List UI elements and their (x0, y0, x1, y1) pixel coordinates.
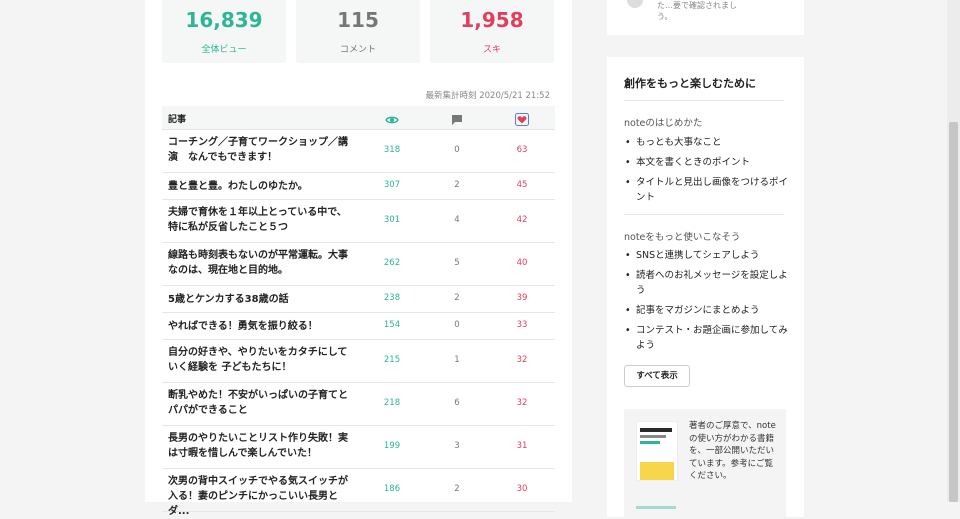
article-title[interactable]: 長男のやりたいことリスト作り失敗！実は寸暇を惜しんで楽しんでいた！ (168, 431, 348, 461)
article-views: 215 (383, 355, 401, 365)
guide-section-label: noteのはじめかた (624, 118, 703, 129)
article-title[interactable]: 次男の背中スイッチでやる気スイッチが入る！妻のピンチにかっこいい長男とダ... (168, 474, 348, 519)
article-likes: 45 (516, 180, 528, 190)
guide-list-basics: もっとも大事なこと 本文を書くときのポイント タイトルと見出し画像をつけるポイン… (624, 135, 789, 210)
guide-section-label: noteをもっと使いこなそう (624, 232, 741, 243)
heart-icon[interactable] (492, 111, 552, 126)
article-comments: 4 (454, 215, 460, 225)
article-likes: 39 (516, 293, 528, 303)
article-comments: 2 (454, 484, 460, 494)
guide-list-advanced: SNSと連携してシェアしよう 読者へのお礼メッセージを設定しよう 記事をマガジン… (624, 248, 789, 358)
views-label: 全体ビュー (201, 45, 247, 55)
article-comments: 2 (454, 293, 460, 303)
table-row[interactable]: 次男の背中スイッチでやる気スイッチが入る！妻のピンチにかっこいい長男とダ... 1… (162, 469, 555, 517)
table-row[interactable]: 豊と豊と豊。わたしのゆたか。 307 2 45 (162, 173, 555, 200)
article-likes: 32 (516, 398, 528, 408)
article-title[interactable]: やればできる！勇気を振り絞る！ (168, 319, 348, 334)
book-link[interactable] (636, 506, 676, 509)
guide-link[interactable]: SNSと連携してシェアしよう (624, 248, 789, 263)
column-article: 記事 (168, 115, 187, 125)
scrollbar-thumb[interactable] (949, 122, 958, 502)
article-title[interactable]: 断乳やめた！不安がいっぱいの子育てとパパができること (168, 388, 348, 418)
article-likes: 32 (516, 355, 528, 365)
article-comments: 1 (454, 355, 460, 365)
article-title[interactable]: コーチング／子育てワークショップ／講演 なんでもできます！ (168, 135, 348, 165)
article-comments: 2 (454, 180, 460, 190)
likes-total: 1,958 (460, 8, 524, 32)
article-views: 154 (383, 320, 401, 330)
views-stat-card: 16,839 全体ビュー (162, 0, 286, 63)
last-updated: 最新集計時刻 2020/5/21 21:52 (425, 91, 550, 101)
avatar (627, 0, 643, 8)
stats-summary: 16,839 全体ビュー 115 コメント 1,958 スキ (162, 0, 555, 63)
article-comments: 0 (454, 320, 460, 330)
table-row[interactable]: 5歳とケンカする38歳の話 238 2 39 (162, 286, 555, 313)
views-total: 16,839 (185, 8, 263, 32)
book-cover-image[interactable] (636, 421, 678, 481)
creator-guide-panel: 創作をもっと楽しむために noteのはじめかた もっとも大事なこと 本文を書くと… (607, 57, 804, 519)
article-views: 301 (383, 215, 401, 225)
comments-label: コメント (339, 45, 376, 55)
likes-stat-card: 1,958 スキ (430, 0, 554, 63)
article-likes: 31 (516, 441, 528, 451)
article-title[interactable]: 線路も時刻表もないのが平常運転。大事なのは、現在地と目的地。 (168, 248, 348, 278)
table-row[interactable]: 自分の好きや、やりたいをカタチにしていく経験を 子どもたちに！ 215 1 32 (162, 340, 555, 383)
table-row[interactable]: 夫婦で育休を１年以上とっている中で、特に私が反省したこと５つ 301 4 42 (162, 200, 555, 243)
guide-link[interactable]: もっとも大事なこと (624, 135, 789, 150)
sidebar-notice-text: た…要で確認されまし う。 (657, 1, 737, 21)
article-likes: 33 (516, 320, 528, 330)
table-row[interactable]: 断乳やめた！不安がいっぱいの子育てとパパができること 218 6 32 (162, 383, 555, 426)
guide-link[interactable]: 読者へのお礼メッセージを設定しよう (624, 268, 789, 298)
article-title[interactable]: 豊と豊と豊。わたしのゆたか。 (168, 179, 348, 194)
guide-heading: 創作をもっと楽しむために (624, 77, 756, 90)
article-comments: 6 (454, 398, 460, 408)
article-comments: 3 (454, 441, 460, 451)
divider (624, 214, 784, 215)
article-title[interactable]: 夫婦で育休を１年以上とっている中で、特に私が反省したこと５つ (168, 205, 348, 235)
divider (624, 100, 784, 101)
stats-panel: 16,839 全体ビュー 115 コメント 1,958 スキ 最新集計時刻 20… (145, 0, 572, 517)
article-likes: 40 (516, 258, 528, 268)
article-views: 218 (383, 398, 401, 408)
article-views: 186 (383, 484, 401, 494)
sidebar-notice: た…要で確認されまし う。 (607, 0, 804, 35)
page-scrollbar[interactable] (947, 0, 960, 502)
article-views: 307 (383, 180, 401, 190)
article-views: 262 (383, 258, 401, 268)
table-row[interactable]: やればできる！勇気を振り絞る！ 154 0 33 (162, 313, 555, 340)
article-views: 238 (383, 293, 401, 303)
article-views: 199 (383, 441, 401, 451)
table-row[interactable]: 長男のやりたいことリスト作り失敗！実は寸暇を惜しんで楽しんでいた！ 199 3 31 (162, 426, 555, 469)
guide-link[interactable]: 本文を書くときのポイント (624, 155, 789, 170)
comment-icon[interactable] (427, 111, 487, 125)
article-comments: 0 (454, 145, 460, 155)
comments-total: 115 (337, 8, 379, 32)
eye-icon[interactable] (362, 111, 422, 125)
article-title[interactable]: 自分の好きや、やりたいをカタチにしていく経験を 子どもたちに！ (168, 345, 348, 375)
show-all-button[interactable]: すべて表示 (624, 365, 690, 387)
likes-label: スキ (482, 45, 501, 55)
guide-link[interactable]: タイトルと見出し画像をつけるポイント (624, 175, 789, 205)
article-likes: 30 (516, 484, 528, 494)
table-row[interactable]: 線路も時刻表もないのが平常運転。大事なのは、現在地と目的地。 262 5 40 (162, 243, 555, 286)
article-likes: 42 (516, 215, 528, 225)
article-stats-table: 記事 コーチング／子育てワークショップ／講演 なんでもできます！ 318 0 63 豊と… (162, 106, 555, 517)
guide-link[interactable]: コンテスト・お題企画に参加してみよう (624, 323, 789, 353)
comments-stat-card: 115 コメント (296, 0, 420, 63)
book-promo-text: 著者のご厚意で、noteの使い方がわかる書籍を、一部公開いただいています。参考に… (689, 421, 776, 481)
article-comments: 5 (454, 258, 460, 268)
article-title[interactable]: 5歳とケンカする38歳の話 (168, 292, 348, 307)
table-header: 記事 (162, 106, 555, 130)
guide-link[interactable]: 記事をマガジンにまとめよう (624, 303, 789, 318)
book-promo[interactable]: 著者のご厚意で、noteの使い方がわかる書籍を、一部公開いただいています。参考に… (624, 409, 786, 519)
table-row[interactable]: コーチング／子育てワークショップ／講演 なんでもできます！ 318 0 63 (162, 130, 555, 173)
article-likes: 63 (516, 145, 528, 155)
article-views: 318 (383, 145, 401, 155)
